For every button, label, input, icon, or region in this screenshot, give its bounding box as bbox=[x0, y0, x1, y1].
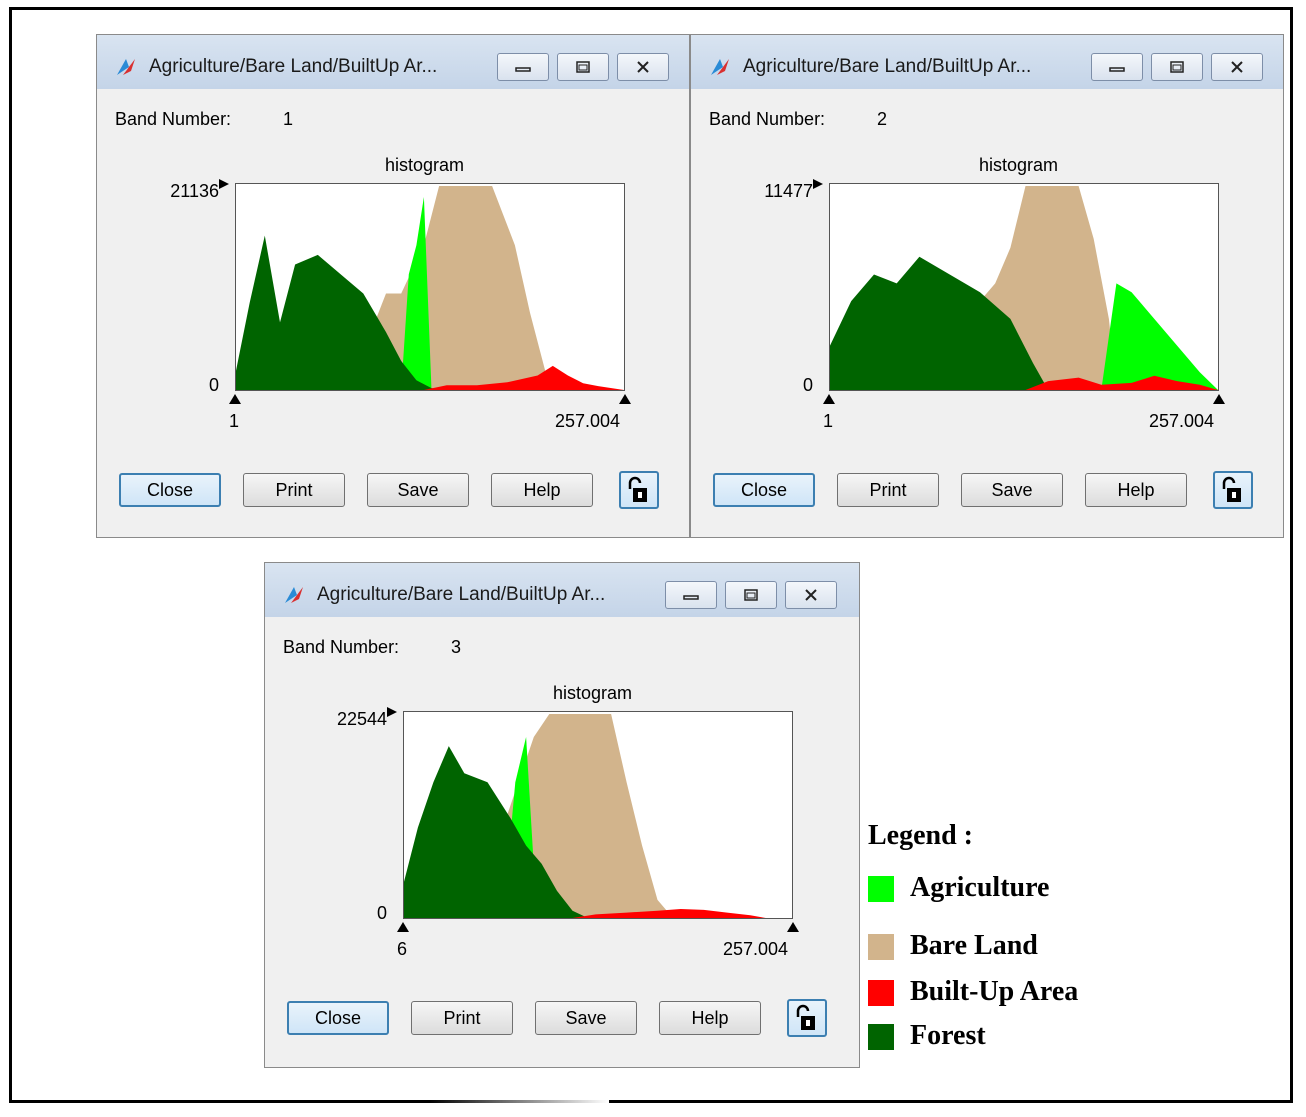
window-titlebar[interactable]: Agriculture/Bare Land/BuiltUp Ar... bbox=[97, 35, 689, 89]
x-max-label: 257.004 bbox=[723, 939, 789, 959]
legend-label: Built-Up Area bbox=[910, 976, 1079, 1007]
save-button[interactable]: Save bbox=[367, 473, 469, 507]
y-max-label: 22544 bbox=[336, 709, 387, 729]
histogram-window-band-2: Agriculture/Bare Land/BuiltUp Ar... Band… bbox=[690, 34, 1284, 538]
maximize-icon bbox=[1170, 61, 1184, 73]
close-button[interactable]: Close bbox=[713, 473, 815, 507]
histogram-svg bbox=[236, 186, 624, 390]
print-button[interactable]: Print bbox=[243, 473, 345, 507]
x-max-label: 257.004 bbox=[555, 411, 621, 431]
print-button[interactable]: Print bbox=[837, 473, 939, 507]
band-number-value: 3 bbox=[451, 637, 462, 657]
band-number-label: Band Number: bbox=[709, 109, 826, 129]
close-button[interactable]: Close bbox=[287, 1001, 389, 1035]
window-title: Agriculture/Bare Land/BuiltUp Ar... bbox=[743, 56, 1032, 77]
lock-button[interactable] bbox=[619, 471, 659, 509]
x-min-marker[interactable] bbox=[397, 922, 409, 932]
close-icon bbox=[805, 589, 817, 601]
band-number-label: Band Number: bbox=[115, 109, 232, 129]
x-min-label: 1 bbox=[229, 411, 240, 431]
help-button[interactable]: Help bbox=[491, 473, 593, 507]
window-title: Agriculture/Bare Land/BuiltUp Ar... bbox=[149, 56, 438, 77]
histogram-title: histogram bbox=[553, 683, 633, 703]
lock-button[interactable] bbox=[1213, 471, 1253, 509]
app-icon bbox=[117, 59, 135, 75]
frame-bottom-edge bbox=[9, 1100, 609, 1103]
histogram-window-band-1: Agriculture/Bare Land/BuiltUp Ar... Band… bbox=[96, 34, 690, 538]
legend-label: Agriculture bbox=[910, 872, 1050, 903]
x-max-marker[interactable] bbox=[1213, 394, 1225, 404]
minimize-icon bbox=[1109, 67, 1125, 72]
close-icon bbox=[1231, 61, 1243, 73]
save-button[interactable]: Save bbox=[961, 473, 1063, 507]
y-min-label: 0 bbox=[802, 375, 813, 395]
minimize-button[interactable] bbox=[497, 53, 549, 81]
y-min-label: 0 bbox=[376, 903, 387, 923]
legend-label: Bare Land bbox=[910, 930, 1038, 961]
window-client: Band Number: 3 histogram 22544 0 6 257.0… bbox=[273, 617, 851, 1059]
maximize-icon bbox=[576, 61, 590, 73]
window-title: Agriculture/Bare Land/BuiltUp Ar... bbox=[317, 584, 606, 605]
legend-swatch bbox=[868, 876, 894, 902]
close-window-button[interactable] bbox=[1211, 53, 1263, 81]
legend-swatch bbox=[868, 934, 894, 960]
window-client: Band Number: 2 histogram 11477 0 1 257.0… bbox=[699, 89, 1275, 529]
y-max-label: 21136 bbox=[170, 181, 219, 201]
histogram-window-band-3: Agriculture/Bare Land/BuiltUp Ar... Band… bbox=[264, 562, 860, 1068]
x-min-marker[interactable] bbox=[229, 394, 241, 404]
histogram-title: histogram bbox=[979, 155, 1059, 175]
band-number-label: Band Number: bbox=[283, 637, 400, 657]
histogram-plot bbox=[829, 183, 1219, 391]
maximize-button[interactable] bbox=[557, 53, 609, 81]
window-titlebar[interactable]: Agriculture/Bare Land/BuiltUp Ar... bbox=[265, 563, 859, 617]
minimize-button[interactable] bbox=[665, 581, 717, 609]
y-max-marker[interactable] bbox=[813, 179, 823, 189]
legend-swatch bbox=[868, 1024, 894, 1050]
app-icon bbox=[711, 59, 729, 75]
x-min-label: 6 bbox=[397, 939, 408, 959]
legend-swatch bbox=[868, 980, 894, 1006]
minimize-button[interactable] bbox=[1091, 53, 1143, 81]
lock-icon bbox=[1222, 476, 1241, 502]
histogram-title: histogram bbox=[385, 155, 465, 175]
window-client: Band Number: 1 histogram 21136 0 1 257.0… bbox=[105, 89, 681, 529]
histogram-svg bbox=[404, 714, 766, 918]
histogram-plot bbox=[403, 711, 793, 919]
close-icon bbox=[637, 61, 649, 73]
lock-button[interactable] bbox=[787, 999, 827, 1037]
window-titlebar[interactable]: Agriculture/Bare Land/BuiltUp Ar... bbox=[691, 35, 1283, 89]
maximize-button[interactable] bbox=[1151, 53, 1203, 81]
legend-title: Legend : bbox=[868, 820, 973, 851]
band-number-value: 2 bbox=[877, 109, 888, 129]
lock-icon bbox=[796, 1004, 815, 1030]
x-max-marker[interactable] bbox=[787, 922, 799, 932]
band-number-value: 1 bbox=[283, 109, 294, 129]
help-button[interactable]: Help bbox=[1085, 473, 1187, 507]
maximize-icon bbox=[744, 589, 758, 601]
x-min-marker[interactable] bbox=[823, 394, 835, 404]
close-button[interactable]: Close bbox=[119, 473, 221, 507]
x-min-label: 1 bbox=[823, 411, 834, 431]
close-window-button[interactable] bbox=[617, 53, 669, 81]
help-button[interactable]: Help bbox=[659, 1001, 761, 1035]
x-max-label: 257.004 bbox=[1149, 411, 1215, 431]
app-icon bbox=[285, 587, 303, 603]
y-max-marker[interactable] bbox=[219, 179, 229, 189]
y-max-marker[interactable] bbox=[387, 707, 397, 717]
y-max-label: 11477 bbox=[764, 181, 813, 201]
minimize-icon bbox=[515, 67, 531, 72]
series-agriculture bbox=[1101, 283, 1218, 390]
lock-icon bbox=[628, 476, 647, 502]
y-min-label: 0 bbox=[208, 375, 219, 395]
maximize-button[interactable] bbox=[725, 581, 777, 609]
minimize-icon bbox=[683, 595, 699, 600]
close-window-button[interactable] bbox=[785, 581, 837, 609]
print-button[interactable]: Print bbox=[411, 1001, 513, 1035]
save-button[interactable]: Save bbox=[535, 1001, 637, 1035]
x-max-marker[interactable] bbox=[619, 394, 631, 404]
legend-label: Forest bbox=[910, 1020, 986, 1051]
histogram-svg bbox=[830, 186, 1218, 390]
histogram-plot bbox=[235, 183, 625, 391]
